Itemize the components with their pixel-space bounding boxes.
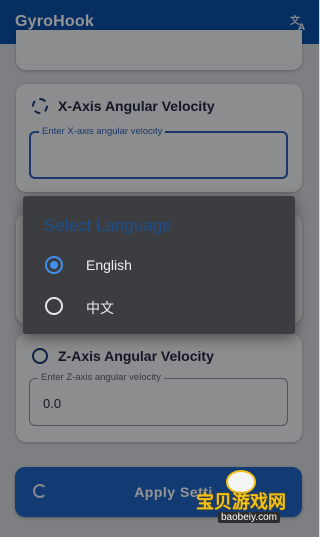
language-option-label: 中文	[86, 300, 114, 316]
radio-selected-icon[interactable]	[45, 256, 63, 274]
language-option-label: English	[86, 257, 132, 273]
radio-unselected-icon[interactable]	[45, 297, 63, 315]
watermark-url: baobeiy.com	[218, 512, 280, 523]
watermark-text: 宝贝游戏网	[196, 492, 286, 512]
dialog-title: Select Language	[44, 216, 172, 235]
language-option-chinese[interactable]: 中文	[23, 287, 295, 325]
watermark: 宝贝游戏网 baobeiy.com	[196, 470, 316, 526]
language-option-english[interactable]: English	[23, 246, 295, 284]
language-dialog: Select Language English 中文	[23, 196, 295, 334]
